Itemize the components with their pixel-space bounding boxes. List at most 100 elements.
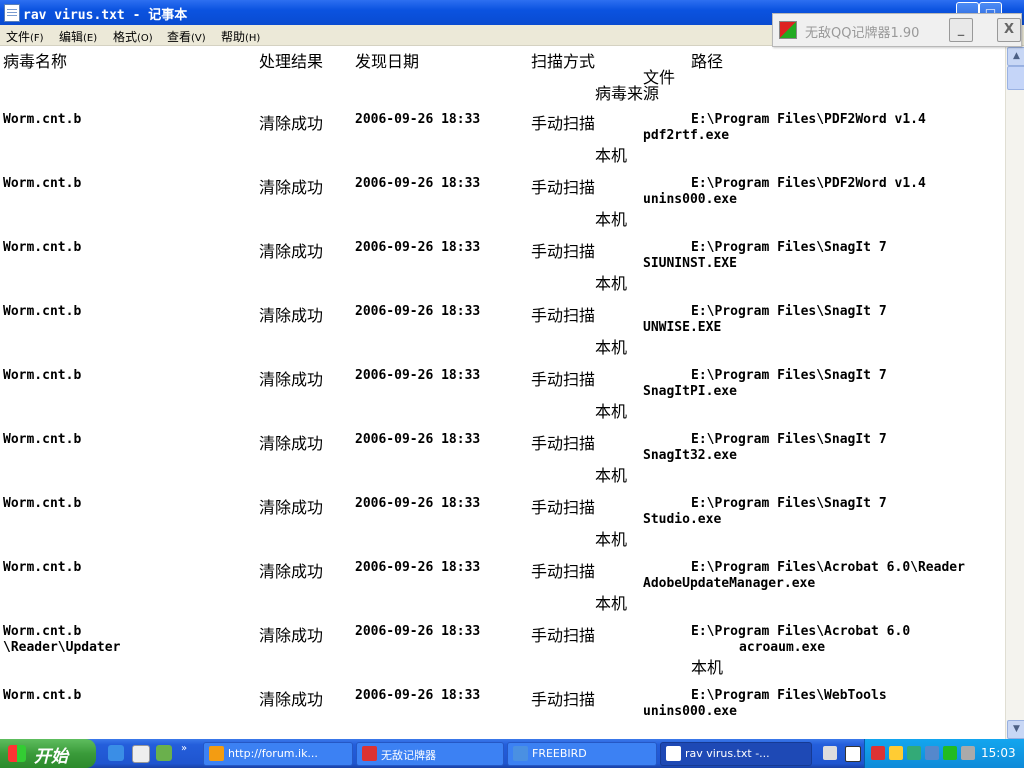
row-path: E:\Program Files\SnagIt 7	[691, 368, 887, 383]
row-date: 2006-09-26 18:33	[355, 240, 481, 255]
quicklaunch-expand-icon[interactable]: »	[181, 743, 187, 754]
vertical-scrollbar[interactable]: ▲ ▼	[1005, 46, 1024, 739]
system-tray: 15:03	[823, 739, 1024, 768]
row-source: 本机	[595, 210, 628, 229]
header-path: 路径	[691, 52, 724, 71]
show-desktop-icon[interactable]	[156, 745, 172, 761]
row-date: 2006-09-26 18:33	[355, 688, 481, 703]
row-source: 本机	[595, 530, 628, 549]
row-virus-name: Worm.cnt.b	[3, 368, 82, 383]
start-button[interactable]: 开始	[0, 739, 96, 768]
row-source: 本机	[595, 466, 628, 485]
text-editor[interactable]: 病毒名称 处理结果 发现日期 扫描方式 路径 文件 病毒来源 Worm.cnt.b 清除成功 20…	[0, 46, 1005, 739]
row-path: E:\Program Files\PDF2Word v1.4	[691, 176, 926, 191]
taskbar-button[interactable]: FREEBIRD	[507, 742, 657, 766]
task-app-icon	[666, 746, 681, 761]
row-scan-method: 手动扫描	[531, 498, 596, 517]
row-file: AdobeUpdateManager.exe	[643, 576, 816, 591]
row-date: 2006-09-26 18:33	[355, 176, 481, 191]
row-date: 2006-09-26 18:33	[355, 304, 481, 319]
menu-item-label: 编辑	[59, 30, 84, 44]
menu-item-label: 文件	[6, 30, 31, 44]
row-source: 本机	[691, 658, 724, 677]
row-scan-method: 手动扫描	[531, 178, 596, 197]
row-virus-name: Worm.cnt.b	[3, 496, 82, 511]
scroll-down-button[interactable]: ▼	[1007, 720, 1024, 739]
row-result: 清除成功	[259, 434, 324, 453]
menu-item[interactable]: 编辑(E)	[59, 28, 97, 45]
row-file: acroaum.exe	[739, 640, 826, 655]
row-virus-name: Worm.cnt.b	[3, 688, 82, 703]
row-result: 清除成功	[259, 242, 324, 261]
taskbar-button[interactable]: rav virus.txt -...	[660, 742, 812, 766]
menu-item[interactable]: 文件(F)	[6, 28, 44, 45]
row-scan-method: 手动扫描	[531, 306, 596, 325]
row-scan-method: 手动扫描	[531, 434, 596, 453]
row-virus-name: Worm.cnt.b	[3, 432, 82, 447]
row-scan-method: 手动扫描	[531, 114, 596, 133]
ie-icon[interactable]	[108, 745, 124, 761]
row-virus-name-continued: \Reader\Updater	[3, 640, 121, 655]
row-file: Studio.exe	[643, 512, 722, 527]
row-result: 清除成功	[259, 306, 324, 325]
menu-item[interactable]: 格式(O)	[113, 28, 153, 45]
network-icon[interactable]	[907, 746, 921, 760]
header-virus-name: 病毒名称	[3, 52, 68, 71]
row-source: 本机	[595, 594, 628, 613]
keyboard-icon[interactable]	[823, 746, 837, 760]
row-date: 2006-09-26 18:33	[355, 112, 481, 127]
qq-close-button[interactable]: X	[997, 18, 1021, 42]
tray-app-icon[interactable]	[871, 746, 885, 760]
row-path: E:\Program Files\PDF2Word v1.4	[691, 112, 926, 127]
menu-item[interactable]: 帮助(H)	[221, 28, 260, 45]
row-result: 清除成功	[259, 562, 324, 581]
clock[interactable]: 15:03	[981, 746, 1016, 760]
row-file: SIUNINST.EXE	[643, 256, 737, 271]
row-result: 清除成功	[259, 690, 324, 709]
row-path: E:\Program Files\SnagIt 7	[691, 240, 887, 255]
row-path: E:\Program Files\SnagIt 7	[691, 304, 887, 319]
volume-icon[interactable]	[961, 746, 975, 760]
row-virus-name: Worm.cnt.b	[3, 112, 82, 127]
row-scan-method: 手动扫描	[531, 562, 596, 581]
row-source: 本机	[595, 402, 628, 421]
row-date: 2006-09-26 18:33	[355, 560, 481, 575]
qq-card-counter-window[interactable]: 无敌QQ记牌器1.90 _ X	[772, 13, 1022, 47]
row-virus-name: Worm.cnt.b	[3, 176, 82, 191]
qq-popup-title: 无敌QQ记牌器1.90	[805, 26, 920, 41]
task-app-icon	[209, 746, 224, 761]
row-scan-method: 手动扫描	[531, 242, 596, 261]
taskbar-button[interactable]: 无敌记牌器	[356, 742, 504, 766]
row-file: pdf2rtf.exe	[643, 128, 730, 143]
row-path: E:\Program Files\SnagIt 7	[691, 432, 887, 447]
start-label: 开始	[34, 747, 68, 767]
row-date: 2006-09-26 18:33	[355, 624, 481, 639]
row-source: 本机	[595, 274, 628, 293]
media-player-icon[interactable]	[132, 745, 150, 763]
qq-minimize-button[interactable]: _	[949, 18, 973, 42]
header-scan-method: 扫描方式	[531, 52, 596, 71]
taskbar: 开始 » http://forum.ik... 无敌记牌器 FREEBIRD rav …	[0, 739, 1024, 768]
header-result: 处理结果	[259, 52, 324, 71]
window-title: rav virus.txt - 记事本	[23, 8, 188, 23]
row-scan-method: 手动扫描	[531, 690, 596, 709]
help-icon[interactable]	[845, 746, 861, 762]
menu-item-accelerator: (H)	[245, 33, 261, 44]
row-virus-name: Worm.cnt.b	[3, 560, 82, 575]
row-date: 2006-09-26 18:33	[355, 496, 481, 511]
menu-item[interactable]: 查看(V)	[167, 28, 206, 45]
qq-tray-icon[interactable]	[889, 746, 903, 760]
notepad-icon	[4, 4, 20, 22]
header-source: 病毒来源	[595, 84, 660, 103]
taskbar-button[interactable]: http://forum.ik...	[203, 742, 353, 766]
row-virus-name: Worm.cnt.b	[3, 624, 82, 639]
row-scan-method: 手动扫描	[531, 626, 596, 645]
menu-item-accelerator: (E)	[83, 33, 98, 44]
security-tray-icon[interactable]	[925, 746, 939, 760]
scroll-up-button[interactable]: ▲	[1007, 47, 1024, 66]
row-date: 2006-09-26 18:33	[355, 432, 481, 447]
row-result: 清除成功	[259, 178, 324, 197]
row-path: E:\Program Files\WebTools	[691, 688, 887, 703]
antivirus-tray-icon[interactable]	[943, 746, 957, 760]
scroll-thumb[interactable]	[1007, 66, 1024, 90]
